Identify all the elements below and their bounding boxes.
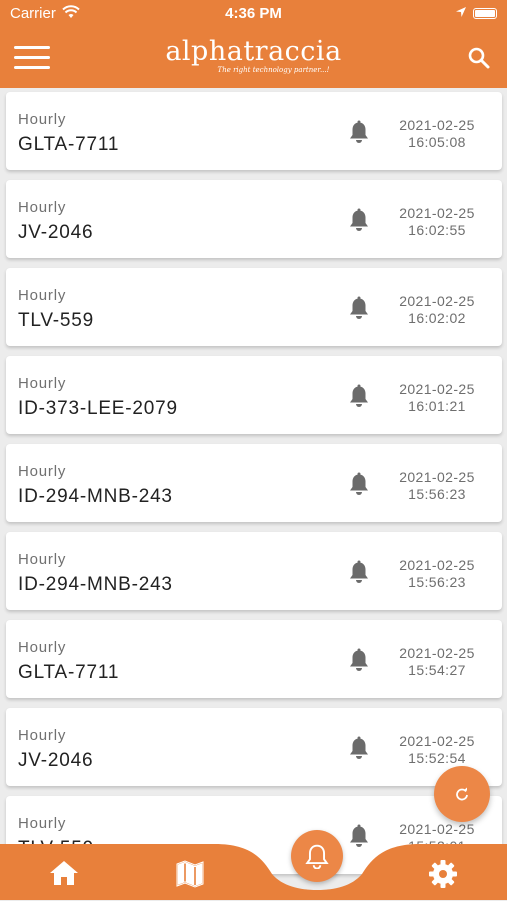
logo-brand: alphatraccia xyxy=(165,36,342,67)
alert-card[interactable]: Hourly ID-373-LEE-2079 2021-02-25 16:01:2… xyxy=(6,356,502,434)
alert-time: 15:56:23 xyxy=(408,486,466,502)
home-icon xyxy=(50,861,78,885)
alert-timestamp: 2021-02-25 16:01:21 xyxy=(382,381,492,415)
clock: 4:36 PM xyxy=(225,5,282,22)
alert-timestamp: 2021-02-25 15:52:54 xyxy=(382,733,492,767)
alert-type: Hourly xyxy=(18,111,67,128)
alert-time: 15:56:23 xyxy=(408,574,466,590)
gear-icon xyxy=(429,860,457,888)
alert-timestamp: 2021-02-25 15:54:27 xyxy=(382,645,492,679)
vehicle-id: GLTA-7711 xyxy=(18,662,120,683)
alert-date: 2021-02-25 xyxy=(399,205,475,221)
vehicle-id: TLV-559 xyxy=(18,310,95,331)
battery-icon xyxy=(473,8,497,19)
alert-time: 16:05:08 xyxy=(408,134,466,150)
alert-time: 16:02:02 xyxy=(408,310,466,326)
app-header: alphatraccia The right technology partne… xyxy=(0,28,507,88)
alert-date: 2021-02-25 xyxy=(399,469,475,485)
status-bar: Carrier 4:36 PM xyxy=(0,0,507,28)
location-arrow-icon xyxy=(455,5,467,22)
vehicle-id: ID-294-MNB-243 xyxy=(18,486,173,507)
alert-type: Hourly xyxy=(18,463,67,480)
bell-icon xyxy=(348,472,370,496)
nav-map[interactable] xyxy=(168,852,212,896)
alert-timestamp: 2021-02-25 16:02:55 xyxy=(382,205,492,239)
refresh-icon xyxy=(456,787,468,801)
alert-time: 16:01:21 xyxy=(408,398,466,414)
alert-time: 15:54:27 xyxy=(408,662,466,678)
alert-date: 2021-02-25 xyxy=(399,117,475,133)
bottom-nav xyxy=(0,844,507,900)
bell-icon xyxy=(348,296,370,320)
refresh-button[interactable] xyxy=(434,766,490,822)
alert-date: 2021-02-25 xyxy=(399,293,475,309)
bell-icon xyxy=(348,648,370,672)
vehicle-id: ID-373-LEE-2079 xyxy=(18,398,178,419)
logo-tagline: The right technology partner...! xyxy=(217,66,330,74)
alert-date: 2021-02-25 xyxy=(399,645,475,661)
bell-icon xyxy=(348,560,370,584)
alert-time: 15:52:54 xyxy=(408,750,466,766)
alert-type: Hourly xyxy=(18,639,67,656)
alert-type: Hourly xyxy=(18,287,67,304)
alert-timestamp: 2021-02-25 15:56:23 xyxy=(382,469,492,503)
bell-icon xyxy=(348,384,370,408)
alert-date: 2021-02-25 xyxy=(399,557,475,573)
app-logo: alphatraccia The right technology partne… xyxy=(0,36,507,74)
nav-settings[interactable] xyxy=(421,852,465,896)
alert-card[interactable]: Hourly GLTA-7711 2021-02-25 15:54:27 xyxy=(6,620,502,698)
bell-icon xyxy=(305,844,329,869)
alert-timestamp: 2021-02-25 15:56:23 xyxy=(382,557,492,591)
alert-type: Hourly xyxy=(18,727,67,744)
bell-icon xyxy=(348,208,370,232)
alert-time: 16:02:55 xyxy=(408,222,466,238)
vehicle-id: GLTA-7711 xyxy=(18,134,120,155)
alert-type: Hourly xyxy=(18,199,67,216)
vehicle-id: JV-2046 xyxy=(18,222,94,243)
alert-date: 2021-02-25 xyxy=(399,381,475,397)
alert-date: 2021-02-25 xyxy=(399,821,475,837)
alert-card[interactable]: Hourly GLTA-7711 2021-02-25 16:05:08 xyxy=(6,92,502,170)
vehicle-id: ID-294-MNB-243 xyxy=(18,574,173,595)
alert-card[interactable]: Hourly JV-2046 2021-02-25 15:52:54 xyxy=(6,708,502,786)
nav-home[interactable] xyxy=(42,852,86,896)
bell-icon xyxy=(348,120,370,144)
alert-type: Hourly xyxy=(18,551,67,568)
alert-timestamp: 2021-02-25 16:05:08 xyxy=(382,117,492,151)
alert-card[interactable]: Hourly JV-2046 2021-02-25 16:02:55 xyxy=(6,180,502,258)
vehicle-id: JV-2046 xyxy=(18,750,94,771)
bell-icon xyxy=(348,736,370,760)
search-icon[interactable] xyxy=(467,46,491,70)
nav-notifications[interactable] xyxy=(291,830,343,882)
map-icon xyxy=(176,860,204,888)
alert-card[interactable]: Hourly TLV-559 2021-02-25 16:02:02 xyxy=(6,268,502,346)
alert-type: Hourly xyxy=(18,815,67,832)
alert-type: Hourly xyxy=(18,375,67,392)
alert-card[interactable]: Hourly ID-294-MNB-243 2021-02-25 15:56:23 xyxy=(6,444,502,522)
alert-card[interactable]: Hourly ID-294-MNB-243 2021-02-25 15:56:23 xyxy=(6,532,502,610)
alert-timestamp: 2021-02-25 16:02:02 xyxy=(382,293,492,327)
alert-date: 2021-02-25 xyxy=(399,733,475,749)
